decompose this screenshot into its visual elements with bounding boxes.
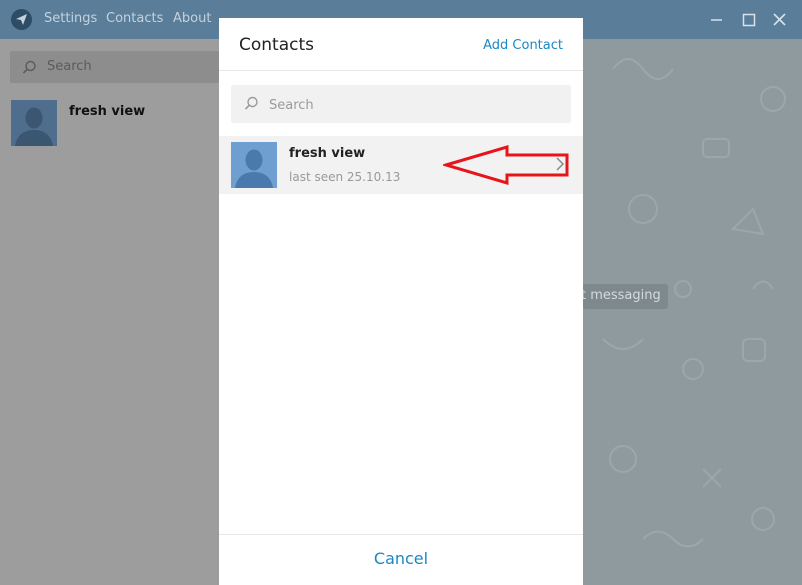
dialog-footer: Cancel	[219, 534, 583, 582]
avatar	[231, 142, 277, 188]
close-icon[interactable]	[770, 10, 790, 30]
dialog-title: Contacts	[239, 35, 314, 55]
search-icon	[244, 96, 258, 110]
minimize-icon[interactable]	[707, 10, 727, 30]
contacts-search-input[interactable]	[267, 93, 561, 117]
sidebar-search-input[interactable]: Search	[10, 51, 219, 83]
dialog-name: fresh view	[69, 104, 146, 119]
chat-background: t messaging	[581, 39, 802, 585]
doodle-pattern	[602, 58, 786, 548]
contacts-dialog: Contacts Add Contact fresh view last see…	[219, 18, 583, 582]
avatar	[11, 100, 57, 146]
telegram-window: Settings Contacts About Search fresh vie…	[0, 0, 802, 585]
sidebar-search-placeholder: Search	[47, 59, 92, 74]
maximize-icon[interactable]	[739, 10, 759, 30]
search-icon	[22, 60, 36, 74]
telegram-logo-icon	[11, 9, 32, 30]
dialogs-sidebar: Search fresh view	[0, 39, 219, 585]
empty-chat-text: t messaging	[581, 288, 661, 303]
menu-contacts[interactable]: Contacts	[106, 11, 163, 26]
add-contact-link[interactable]: Add Contact	[483, 38, 563, 53]
contacts-search-box	[231, 85, 571, 123]
menu-settings[interactable]: Settings	[44, 11, 97, 26]
annotation-arrow-icon	[443, 144, 569, 186]
dialog-header: Contacts Add Contact	[219, 18, 583, 71]
menu-about[interactable]: About	[173, 11, 211, 26]
cancel-button[interactable]: Cancel	[219, 535, 583, 582]
empty-chat-badge: t messaging	[581, 284, 668, 309]
dialog-row[interactable]: fresh view	[0, 94, 219, 154]
contact-name: fresh view	[289, 146, 366, 161]
contact-status: last seen 25.10.13	[289, 170, 401, 184]
